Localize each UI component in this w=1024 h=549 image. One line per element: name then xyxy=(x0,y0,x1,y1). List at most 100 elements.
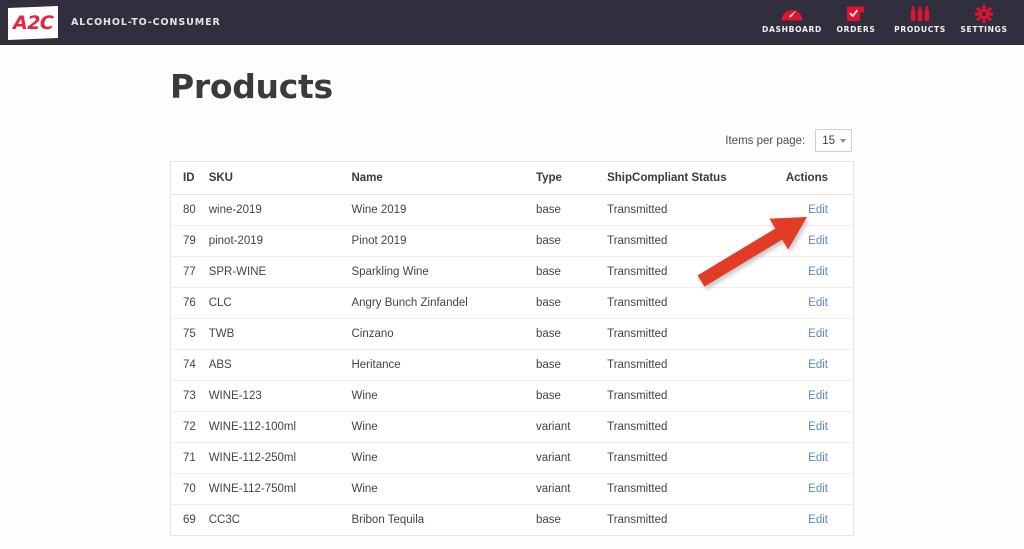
edit-link-row-69[interactable]: Edit xyxy=(808,514,828,526)
cell-type: base xyxy=(535,287,608,319)
clipboard-check-icon xyxy=(846,4,866,23)
cell-actions: Edit xyxy=(785,380,853,412)
brand-logo[interactable]: A2C ALCOHOL-TO-CONSUMER xyxy=(9,6,221,39)
cell-id: 80 xyxy=(171,194,209,226)
cell-sku: WINE-112-750ml xyxy=(208,473,352,505)
column-header-sku[interactable]: SKU xyxy=(208,162,352,195)
cell-id: 76 xyxy=(171,287,209,319)
nav-item-products[interactable]: PRODUCTS xyxy=(888,0,952,34)
cell-status: Transmitted xyxy=(607,473,786,505)
cell-sku: SPR-WINE xyxy=(208,256,352,288)
cell-type: base xyxy=(535,504,608,535)
cell-sku: TWB xyxy=(208,318,352,350)
table-row: 79 pinot-2019 Pinot 2019 base Transmitted Edi… xyxy=(171,225,853,257)
cell-name: Angry Bunch Zinfandel xyxy=(351,287,536,319)
logo-box: A2C xyxy=(9,6,57,39)
table-header-row: ID SKU Name Type ShipCompliant Status Ac… xyxy=(171,162,853,195)
table-row: 77 SPR-WINE Sparkling Wine base Transmitted E… xyxy=(171,256,853,288)
cell-type: variant xyxy=(535,442,608,474)
cell-name: Wine xyxy=(351,411,536,443)
edit-link-row-77[interactable]: Edit xyxy=(808,266,828,278)
edit-link-row-73[interactable]: Edit xyxy=(808,390,828,402)
edit-link-row-74[interactable]: Edit xyxy=(808,359,828,371)
table-row: 72 WINE-112-100ml Wine variant Transmitted Ed… xyxy=(171,411,853,443)
nav-item-dashboard[interactable]: DASHBOARD xyxy=(760,0,824,34)
cell-status: Transmitted xyxy=(607,504,786,535)
cell-sku: ABS xyxy=(208,349,352,381)
cell-sku: WINE-123 xyxy=(208,380,352,412)
edit-link-row-72[interactable]: Edit xyxy=(808,421,828,433)
cell-sku: WINE-112-100ml xyxy=(208,411,352,443)
logo-text: A2C xyxy=(12,11,54,33)
table-row: 73 WINE-123 Wine base Transmitted Edit xyxy=(171,380,853,412)
cell-sku: CLC xyxy=(208,287,352,319)
table-body: 80 wine-2019 Wine 2019 base Transmitted Edit 7… xyxy=(171,194,853,535)
cell-id: 73 xyxy=(171,380,209,412)
table-row: 74 ABS Heritance base Transmitted Edit xyxy=(171,349,853,381)
cell-status: Transmitted xyxy=(607,225,786,257)
table-row: 75 TWB Cinzano base Transmitted Edit xyxy=(171,318,853,350)
cell-id: 69 xyxy=(171,504,209,535)
brand-name: ALCOHOL-TO-CONSUMER xyxy=(71,17,221,28)
column-header-id[interactable]: ID xyxy=(171,162,209,195)
column-header-name[interactable]: Name xyxy=(351,162,536,195)
table-row: 70 WINE-112-750ml Wine variant Transmitted Ed… xyxy=(171,473,853,505)
cell-name: Wine xyxy=(351,473,536,505)
edit-link-row-79[interactable]: Edit xyxy=(808,235,828,247)
cell-id: 72 xyxy=(171,411,209,443)
items-per-page-label: Items per page: xyxy=(725,134,806,147)
cell-actions: Edit xyxy=(785,504,853,535)
top-navigation-bar: A2C ALCOHOL-TO-CONSUMER DASHBOARD ORDERS… xyxy=(0,0,1024,45)
cell-id: 75 xyxy=(171,318,209,350)
nav-item-orders[interactable]: ORDERS xyxy=(824,0,888,34)
cell-status: Transmitted xyxy=(607,380,786,412)
products-table: ID SKU Name Type ShipCompliant Status Ac… xyxy=(171,162,853,535)
items-per-page-control: Items per page: 15 xyxy=(170,129,854,152)
cell-sku: CC3C xyxy=(208,504,352,535)
cell-name: Cinzano xyxy=(351,318,536,350)
column-header-type[interactable]: Type xyxy=(535,162,608,195)
cell-name: Bribon Tequila xyxy=(351,504,536,535)
edit-link-row-71[interactable]: Edit xyxy=(808,452,828,464)
nav-label: PRODUCTS xyxy=(894,25,946,34)
cell-type: base xyxy=(535,318,608,350)
column-header-actions: Actions xyxy=(785,162,853,195)
cell-status: Transmitted xyxy=(607,349,786,381)
products-table-container: ID SKU Name Type ShipCompliant Status Ac… xyxy=(170,161,854,536)
chevron-down-icon xyxy=(840,138,846,143)
cell-actions: Edit xyxy=(785,318,853,350)
cell-status: Transmitted xyxy=(607,411,786,443)
cell-status: Transmitted xyxy=(607,256,786,288)
cell-type: base xyxy=(535,349,608,381)
cell-name: Pinot 2019 xyxy=(351,225,536,257)
table-row: 69 CC3C Bribon Tequila base Transmitted Edit xyxy=(171,504,853,535)
cell-id: 79 xyxy=(171,225,209,257)
page-title: Products xyxy=(170,67,333,106)
cell-id: 71 xyxy=(171,442,209,474)
edit-link-row-76[interactable]: Edit xyxy=(808,297,828,309)
cell-actions: Edit xyxy=(785,442,853,474)
cell-actions: Edit xyxy=(785,473,853,505)
cell-type: variant xyxy=(535,473,608,505)
cell-name: Wine xyxy=(351,380,536,412)
items-per-page-select[interactable]: 15 xyxy=(815,129,852,152)
edit-link-row-70[interactable]: Edit xyxy=(808,483,828,495)
cell-name: Wine 2019 xyxy=(351,194,536,226)
cell-actions: Edit xyxy=(785,194,853,226)
column-header-status[interactable]: ShipCompliant Status xyxy=(607,162,786,195)
page-body: Products Items per page: 15 ID SKU Name … xyxy=(0,45,1024,549)
nav-label: ORDERS xyxy=(836,25,876,34)
gauge-icon xyxy=(780,4,804,23)
cell-id: 77 xyxy=(171,256,209,288)
cell-actions: Edit xyxy=(785,256,853,288)
cell-name: Wine xyxy=(351,442,536,474)
cell-sku: wine-2019 xyxy=(208,194,352,226)
edit-link-row-80[interactable]: Edit xyxy=(808,204,828,216)
cell-type: variant xyxy=(535,411,608,443)
nav-item-settings[interactable]: SETTINGS xyxy=(952,0,1016,34)
cell-type: base xyxy=(535,256,608,288)
cell-status: Transmitted xyxy=(607,318,786,350)
gear-icon xyxy=(975,4,993,23)
table-row: 80 wine-2019 Wine 2019 base Transmitted Edit xyxy=(171,194,853,226)
edit-link-row-75[interactable]: Edit xyxy=(808,328,828,340)
